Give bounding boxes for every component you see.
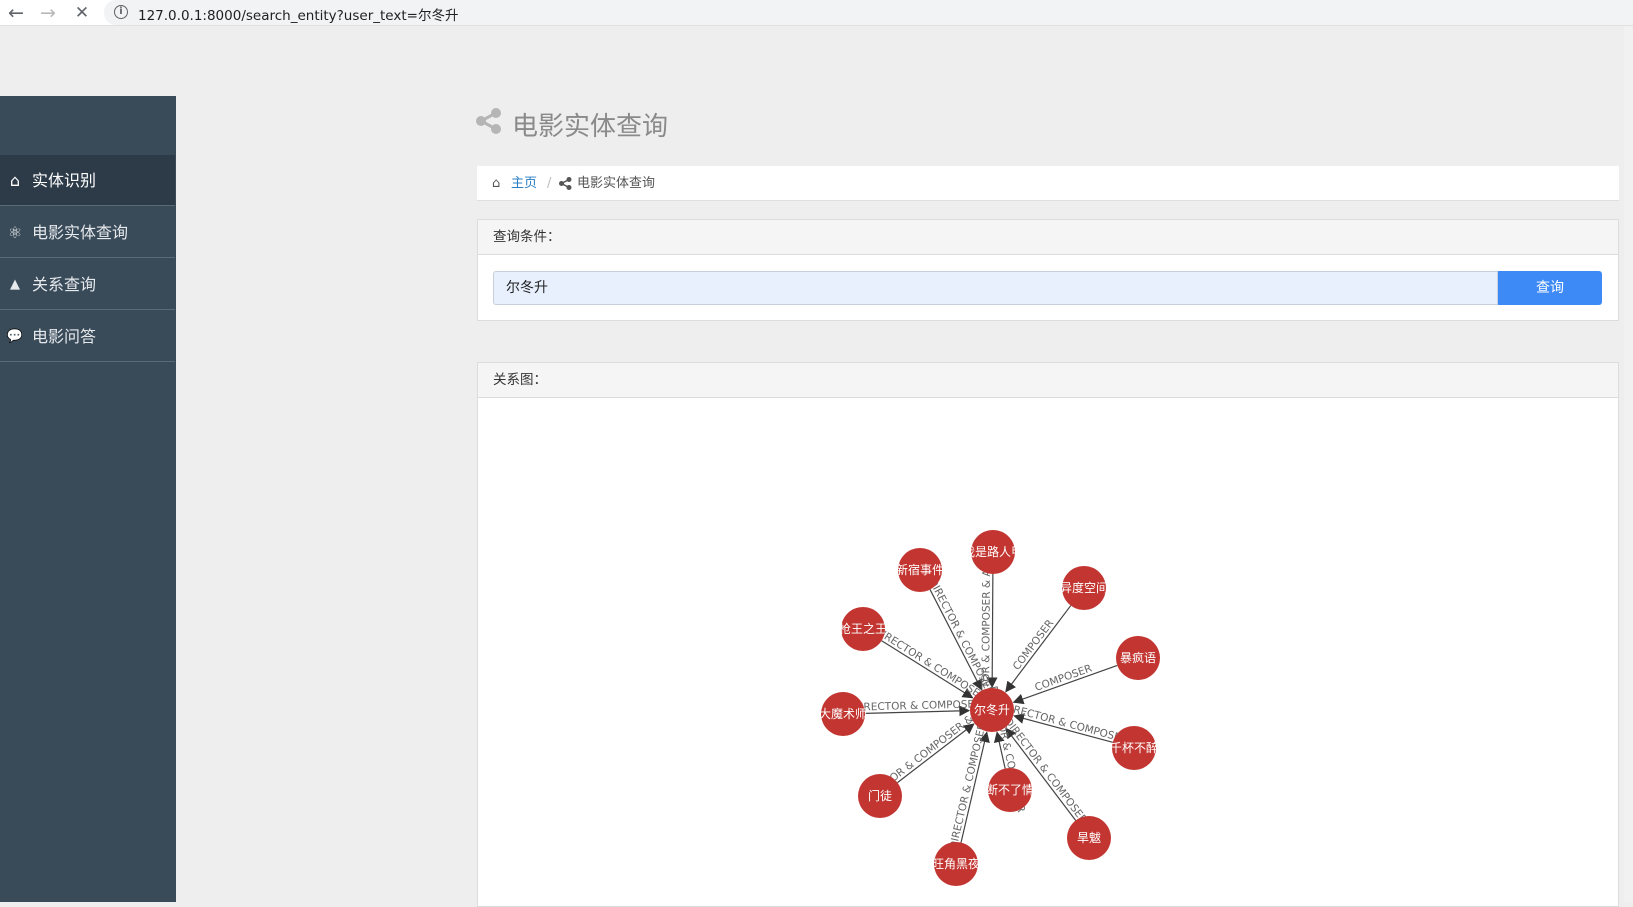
stop-loading-icon[interactable]: ✕ <box>70 1 94 25</box>
graph-edge-label: COMPOSER <box>1033 662 1093 693</box>
graph-node-label: 千杯不醉 <box>1110 740 1158 755</box>
graph-node-label: 断不了情 <box>986 782 1034 797</box>
sidebar-item-entity-recognition[interactable]: ⌂ 实体识别 <box>0 155 175 206</box>
sidebar-item-movie-qa[interactable]: 💬 电影问答 <box>0 311 175 362</box>
info-icon[interactable]: i <box>114 5 128 19</box>
chat-icon: 💬 <box>6 329 24 344</box>
graph-edge-label: DIRECTOR & COMPOSER <box>947 722 988 850</box>
breadcrumb-current: 电影实体查询 <box>577 176 656 191</box>
graph-node-label: 旱魃 <box>1077 830 1101 845</box>
drive-icon: ▲ <box>10 277 20 292</box>
home-icon: ⌂ <box>492 176 501 191</box>
graph-node-label: 枪王之王 <box>839 621 887 636</box>
atom-icon: ⚛ <box>7 223 23 242</box>
sidebar: ⌂ 实体识别 ⚛ 电影实体查询 ▲ 关系查询 💬 电影问答 <box>0 96 176 902</box>
breadcrumb: ⌂ 主页 / 电影实体查询 <box>477 166 1619 201</box>
graph-panel: 关系图： DIRECTOR & COMPOSER DIRECTOR & COMPO… <box>477 362 1619 907</box>
graph-node-label: 旺角黑夜 <box>932 856 980 871</box>
breadcrumb-home-link[interactable]: 主页 <box>511 166 537 201</box>
graph-node-label: 门徒 <box>868 788 892 803</box>
graph-edge-label: COMPOSER <box>1011 617 1057 672</box>
sidebar-item-label: 关系查询 <box>32 275 97 294</box>
graph-node-label: 暴疯语 <box>1120 650 1156 665</box>
address-bar[interactable]: i 127.0.0.1:8000/search_entity?user_text… <box>104 0 1633 25</box>
page-scrollbar[interactable] <box>1624 26 1633 902</box>
url-text[interactable]: 127.0.0.1:8000/search_entity?user_text=尔… <box>138 4 458 24</box>
sidebar-item-label: 实体识别 <box>32 171 97 190</box>
sidebar-item-movie-entity-query[interactable]: ⚛ 电影实体查询 <box>0 207 175 258</box>
breadcrumb-separator: / <box>547 176 552 191</box>
sidebar-item-label: 电影实体查询 <box>32 223 129 242</box>
sidebar-item-relation-query[interactable]: ▲ 关系查询 <box>0 259 175 310</box>
page-title: 电影实体查询 <box>512 112 669 142</box>
search-input[interactable]: 尔冬升 <box>493 271 1498 305</box>
graph-center-node-label: 尔冬升 <box>974 702 1010 717</box>
relation-graph[interactable]: DIRECTOR & COMPOSERDIRECTOR & COMPOSER &… <box>478 398 1618 903</box>
query-panel-header: 查询条件： <box>478 220 1618 255</box>
sidebar-item-label: 电影问答 <box>32 327 97 346</box>
browser-toolbar: ← → ✕ i 127.0.0.1:8000/search_entity?use… <box>0 0 1633 26</box>
home-icon: ⌂ <box>9 171 21 190</box>
back-arrow-icon[interactable]: ← <box>4 1 28 25</box>
share-icon <box>476 108 501 134</box>
graph-node-label: 我是路人甲 <box>963 544 1023 559</box>
search-button[interactable]: 查询 <box>1498 271 1602 305</box>
graph-node-label: 大魔术师 <box>819 706 867 721</box>
share-icon <box>559 177 572 190</box>
forward-arrow-icon[interactable]: → <box>36 1 60 25</box>
query-panel: 查询条件： 尔冬升 查询 <box>477 219 1619 321</box>
graph-node-label: 异度空间 <box>1060 580 1108 595</box>
graph-panel-header: 关系图： <box>478 363 1618 398</box>
graph-node-label: 新宿事件 <box>896 562 944 577</box>
